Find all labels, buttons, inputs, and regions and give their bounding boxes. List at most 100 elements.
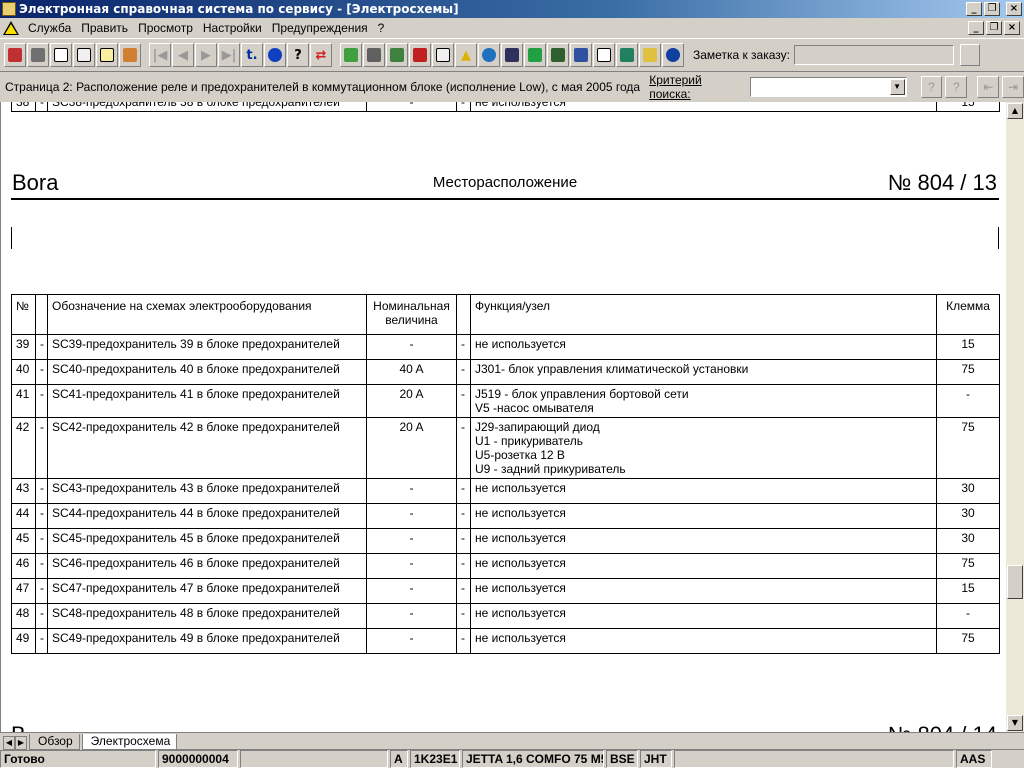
jump-button[interactable]: t.	[241, 43, 263, 67]
prev-page-button[interactable]: ◀	[172, 43, 194, 67]
mdi-minimize-button[interactable]: _	[968, 21, 984, 35]
logo-button[interactable]	[662, 43, 684, 67]
exit-button[interactable]	[4, 43, 26, 67]
checklist-button[interactable]	[593, 43, 615, 67]
document-icon	[100, 48, 114, 62]
scroll-thumb[interactable]	[1007, 565, 1023, 599]
save-icon	[505, 48, 519, 62]
manual-button[interactable]	[432, 43, 454, 67]
status-engine: BSE	[606, 750, 638, 768]
status-field-a: A	[390, 750, 408, 768]
print-button[interactable]	[27, 43, 49, 67]
edit-book-button[interactable]	[616, 43, 638, 67]
minimize-button[interactable]: _	[966, 2, 982, 16]
function-line: не используется	[475, 506, 566, 520]
table-row: 42- SC42-предохранитель 42 в блоке предох…	[11, 417, 1000, 479]
chevron-down-icon[interactable]: ▼	[889, 79, 905, 95]
function-cell: не используется	[470, 478, 937, 504]
first-page-button[interactable]: |◀	[149, 43, 171, 67]
mdi-close-button[interactable]: ×	[1004, 21, 1020, 35]
document-view[interactable]: 38 - SC38-предохранитель 38 в блоке пред…	[0, 102, 1006, 732]
document-button[interactable]	[96, 43, 118, 67]
status-order: 9000000004	[158, 750, 238, 768]
no-cell: 48	[11, 603, 36, 629]
name-cell: SC43-предохранитель 43 в блоке предохран…	[47, 478, 367, 504]
component-button[interactable]	[386, 43, 408, 67]
note-action-button[interactable]	[959, 44, 980, 66]
car-button[interactable]	[119, 43, 141, 67]
menu-warnings[interactable]: Предупреждения	[267, 21, 373, 35]
manual-icon	[436, 48, 450, 62]
back-button[interactable]: ⇤	[977, 76, 1000, 98]
diagnosis-button[interactable]	[570, 43, 592, 67]
tab-scroll-right-button[interactable]: ▶	[15, 736, 27, 750]
menu-help[interactable]: ?	[373, 21, 390, 35]
save-button[interactable]	[501, 43, 523, 67]
vertical-scrollbar[interactable]: ▲ ▼	[1006, 102, 1024, 732]
book-button[interactable]	[409, 43, 431, 67]
calculator-button[interactable]	[363, 43, 385, 67]
name-cell: SC46-предохранитель 46 в блоке предохран…	[47, 553, 367, 579]
no-cell: 47	[11, 578, 36, 604]
no-cell: 39	[11, 334, 36, 360]
restore-button[interactable]: ❐	[984, 2, 1000, 16]
function-cell: не используется	[470, 553, 937, 579]
name-cell: SC42-предохранитель 42 в блоке предохран…	[47, 417, 367, 479]
previous-page-table: 38 - SC38-предохранитель 38 в блоке пред…	[11, 102, 1000, 112]
search-next-button[interactable]: ?	[945, 76, 968, 98]
tool-button[interactable]	[524, 43, 546, 67]
new-page-icon	[54, 48, 68, 62]
function-cell: не используется	[470, 578, 937, 604]
function-line: не используется	[475, 581, 566, 595]
vehicle-icon	[551, 48, 565, 62]
tab-overview[interactable]: Обзор	[29, 734, 80, 750]
last-page-button[interactable]: ▶|	[218, 43, 240, 67]
mdi-restore-button[interactable]: ❐	[986, 21, 1002, 35]
help-book-icon	[643, 48, 657, 62]
help-button[interactable]: ?	[287, 43, 309, 67]
dash2-cell: -	[456, 628, 471, 654]
status-empty-2	[674, 750, 954, 768]
status-gearbox: JHT	[640, 750, 672, 768]
menu-service[interactable]: Служба	[23, 21, 76, 35]
prev-page-icon: ◀	[178, 47, 188, 63]
repair-button[interactable]	[340, 43, 362, 67]
forward-button[interactable]: ⇥	[1002, 76, 1024, 98]
page-header: Bora Месторасположение № 804 / 13	[11, 168, 999, 200]
value-cell: -	[366, 528, 457, 554]
warning-button[interactable]: ▲	[455, 43, 477, 67]
order-note-input[interactable]	[793, 45, 954, 65]
no-cell: 43	[11, 478, 36, 504]
close-button[interactable]: ×	[1006, 2, 1022, 16]
function-line: V5 -насос омывателя	[475, 401, 594, 415]
new-page-button[interactable]	[50, 43, 72, 67]
scroll-down-button[interactable]: ▼	[1007, 715, 1023, 731]
menu-view[interactable]: Просмотр	[133, 21, 198, 35]
next-page-header: B № 804 / 14	[11, 722, 999, 732]
dash2-cell: -	[456, 384, 471, 418]
edit-icon	[77, 48, 91, 62]
tab-wiring-diagram[interactable]: Электросхема	[81, 734, 178, 750]
menu-settings[interactable]: Настройки	[198, 21, 267, 35]
search-prev-button[interactable]: ?	[920, 76, 943, 98]
dash2-cell: -	[456, 528, 471, 554]
next-page-button[interactable]: ▶	[195, 43, 217, 67]
function-cell: J519 - блок управления бортовой сети V5 -…	[470, 384, 937, 418]
edit-button[interactable]	[73, 43, 95, 67]
help-book-button[interactable]	[639, 43, 661, 67]
scroll-up-button[interactable]: ▲	[1007, 103, 1023, 119]
tab-scroll-left-button[interactable]: ◀	[3, 736, 15, 750]
globe-button[interactable]	[478, 43, 500, 67]
dash1-cell: -	[35, 628, 48, 654]
no-cell: 41	[11, 384, 36, 418]
component-icon	[390, 48, 404, 62]
menu-edit[interactable]: Править	[76, 21, 133, 35]
diagnosis-icon	[574, 48, 588, 62]
swap-button[interactable]: ⇄	[310, 43, 332, 67]
search-criteria-select[interactable]: ▼	[749, 77, 907, 97]
vehicle-button[interactable]	[547, 43, 569, 67]
checklist-icon	[597, 48, 611, 62]
warning-icon	[3, 21, 19, 35]
info-button[interactable]	[264, 43, 286, 67]
value-cell: -	[366, 578, 457, 604]
